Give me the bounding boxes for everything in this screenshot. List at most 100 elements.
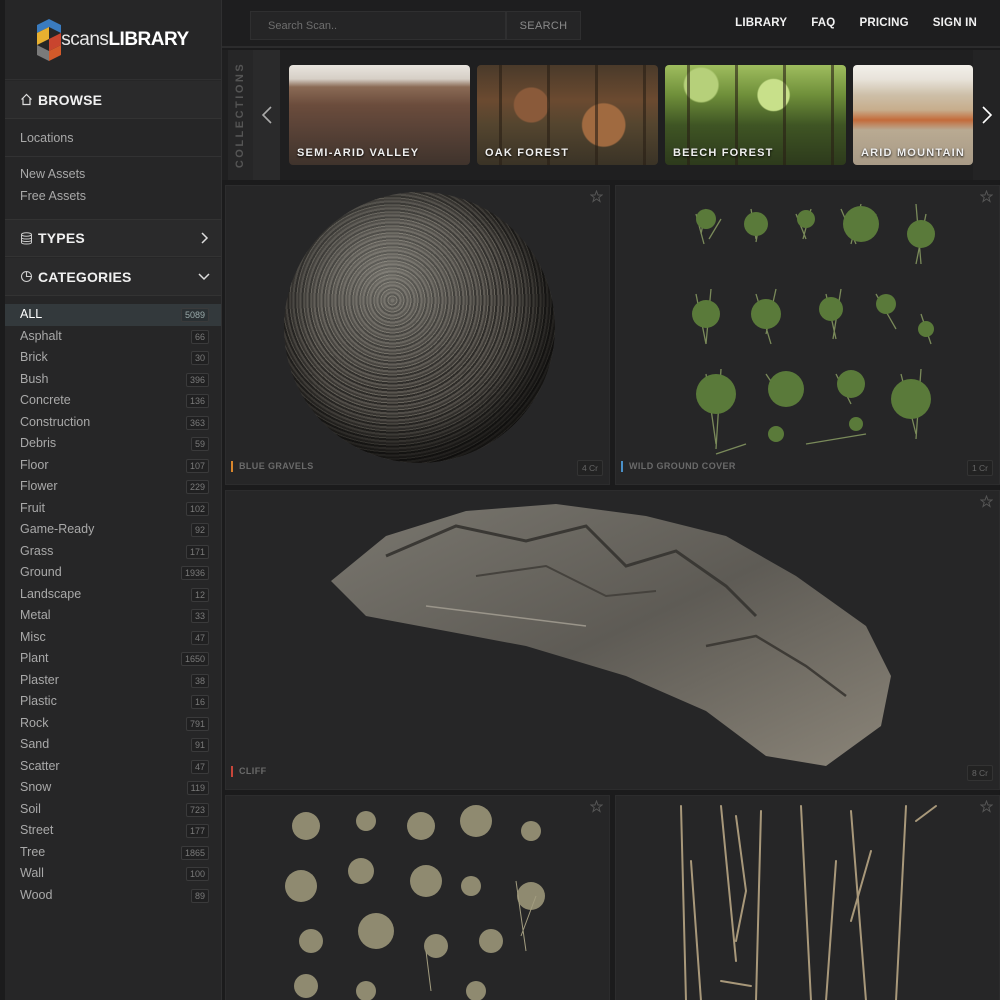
category-count-badge: 102 [185,501,209,516]
asset-grid: BLUE GRAVELS 4 Cr WILD GROUND COVER 1 Cr… [222,180,1000,1000]
collection-tile-arid-mountain[interactable]: ARID MOUNTAIN [853,65,973,165]
category-count-badge: 1650 [180,652,209,666]
category-label: Flower [20,479,58,493]
category-item-bush[interactable]: Bush 396 [5,369,221,391]
nav-faq[interactable]: FAQ [811,17,835,29]
collections-label: COLLECTIONS [228,50,253,180]
category-item-wall[interactable]: Wall 100 [5,863,221,885]
logo-text: scansLIBRARY [61,28,189,50]
category-count-badge: 1936 [180,566,209,580]
credit-badge: 1 Cr [966,460,993,476]
category-item-asphalt[interactable]: Asphalt 66 [5,326,221,348]
sidebar-link-new-assets[interactable]: New Assets [5,163,221,185]
category-item-tree[interactable]: Tree 1865 [5,842,221,864]
category-item-fruit[interactable]: Fruit 102 [5,498,221,520]
category-count-badge: 136 [185,394,209,408]
category-count-badge: 119 [186,781,209,795]
logo[interactable]: scansLIBRARY [5,0,221,80]
asset-card-twigs[interactable] [615,795,1000,1000]
dry-plant-atlas-preview [285,805,545,1000]
collections-carousel: COLLECTIONS SEMI-ARID VALLEY OAK FOREST … [222,50,1000,180]
nav-sign-in[interactable]: SIGN IN [933,17,977,29]
sidebar-link-locations[interactable]: Locations [5,127,221,149]
category-item-construction[interactable]: Construction 363 [5,412,221,434]
category-item-landscape[interactable]: Landscape 12 [5,584,221,606]
credit-badge: 4 Cr [576,460,603,476]
types-header[interactable]: TYPES [5,219,221,257]
category-label: Game-Ready [20,522,95,536]
category-item-flower[interactable]: Flower 229 [5,476,221,498]
asset-name: BLUE GRAVELS [231,461,314,472]
chevron-right-icon [201,232,209,244]
category-item-plaster[interactable]: Plaster 38 [5,670,221,692]
category-item-plastic[interactable]: Plastic 16 [5,691,221,713]
category-label: Rock [20,715,49,730]
category-item-scatter[interactable]: Scatter 47 [5,756,221,778]
category-label: Soil [20,801,41,816]
chevron-right-icon[interactable] [980,105,994,125]
asset-name: CLIFF [231,766,267,777]
search-button[interactable]: SEARCH [506,11,581,40]
category-item-soil[interactable]: Soil 723 [5,799,221,821]
star-icon[interactable] [980,800,993,813]
category-item-floor[interactable]: Floor 107 [5,455,221,477]
collection-label: ARID MOUNTAIN [861,147,965,159]
category-label: Wall [20,866,44,880]
home-icon [19,93,33,107]
category-label: Misc [20,629,46,644]
chevron-left-icon[interactable] [260,105,274,125]
search-input[interactable] [250,11,506,40]
category-item-wood[interactable]: Wood 89 [5,885,221,907]
cliff-scan-preview [331,504,891,766]
category-item-misc[interactable]: Misc 47 [5,627,221,649]
nav-library[interactable]: LIBRARY [735,17,787,29]
category-item-brick[interactable]: Brick 30 [5,347,221,369]
collection-tile-semi-arid-valley[interactable]: SEMI-ARID VALLEY [289,65,470,165]
category-count-badge: 363 [185,415,209,430]
plant-atlas-preview [692,203,935,455]
category-item-concrete[interactable]: Concrete 136 [5,390,221,412]
category-count-badge: 12 [190,587,209,602]
nav-pricing[interactable]: PRICING [859,17,908,29]
asset-card-wild-ground-cover[interactable]: WILD GROUND COVER 1 Cr [615,185,1000,485]
category-item-debris[interactable]: Debris 59 [5,433,221,455]
asset-card-dry-plants[interactable] [225,795,610,1000]
category-count-badge: 92 [190,523,209,537]
sidebar-link-free-assets[interactable]: Free Assets [5,185,221,207]
types-label: TYPES [38,230,85,246]
star-icon[interactable] [590,800,603,813]
category-count-badge: 229 [185,480,209,494]
collection-label: SEMI-ARID VALLEY [297,147,420,159]
asset-card-blue-gravels[interactable]: BLUE GRAVELS 4 Cr [225,185,610,485]
category-item-street[interactable]: Street 177 [5,820,221,842]
category-item-metal[interactable]: Metal 33 [5,605,221,627]
category-item-sand[interactable]: Sand 91 [5,734,221,756]
star-icon[interactable] [590,190,603,203]
asset-card-cliff[interactable]: CLIFF 8 Cr [225,490,1000,790]
category-item-game-ready[interactable]: Game-Ready 92 [5,519,221,541]
collection-label: BEECH FOREST [673,147,774,159]
star-icon[interactable] [980,190,993,203]
category-count-badge: 38 [190,673,209,688]
category-item-snow[interactable]: Snow 119 [5,777,221,799]
categories-header[interactable]: CATEGORIES [5,258,221,296]
category-item-rock[interactable]: Rock 791 [5,713,221,735]
category-item-plant[interactable]: Plant 1650 [5,648,221,670]
category-item-ground[interactable]: Ground 1936 [5,562,221,584]
top-bar: SEARCH LIBRARY FAQ PRICING SIGN IN [222,0,1000,48]
category-count-badge: 177 [185,824,209,838]
category-label: Plastic [20,694,57,708]
categories-label: CATEGORIES [38,268,132,285]
logo-mark-icon [37,18,62,61]
category-item-all[interactable]: ALL 5089 [5,304,221,326]
category-label: Floor [20,457,49,472]
star-icon[interactable] [980,495,993,508]
category-label: Plant [20,651,49,665]
collection-tile-beech-forest[interactable]: BEECH FOREST [665,65,846,165]
category-label: Scatter [20,758,60,773]
category-item-grass[interactable]: Grass 171 [5,541,221,563]
browse-header[interactable]: BROWSE [5,81,221,119]
category-label: Grass [20,543,54,558]
category-label: Tree [20,844,46,859]
collection-tile-oak-forest[interactable]: OAK FOREST [477,65,658,165]
